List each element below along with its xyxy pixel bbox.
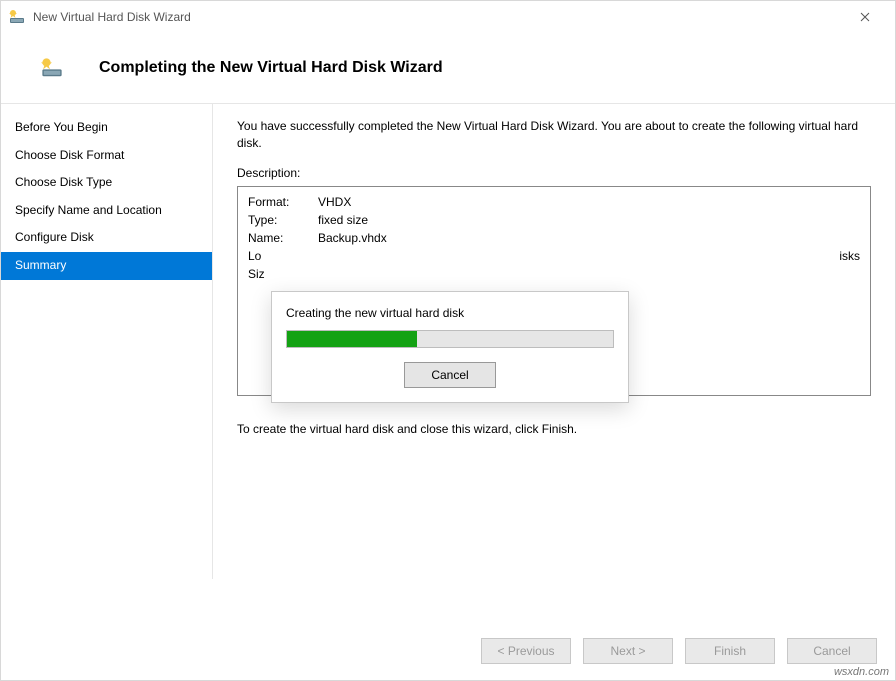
row-size: Siz [248, 267, 860, 281]
name-value: Backup.vhdx [318, 231, 387, 245]
type-value: fixed size [318, 213, 368, 227]
row-name: Name: Backup.vhdx [248, 231, 860, 245]
progress-bar [286, 330, 614, 348]
step-configure-disk[interactable]: Configure Disk [1, 224, 212, 252]
type-label: Type: [248, 213, 318, 227]
previous-button[interactable]: < Previous [481, 638, 571, 664]
disk-wizard-icon-large [41, 57, 63, 79]
format-value: VHDX [318, 195, 351, 209]
row-location: Lo isks [248, 249, 860, 263]
finish-hint: To create the virtual hard disk and clos… [237, 422, 871, 436]
close-button[interactable] [843, 2, 887, 32]
step-before-you-begin[interactable]: Before You Begin [1, 114, 212, 142]
progress-bar-fill [287, 331, 417, 347]
summary-intro: You have successfully completed the New … [237, 118, 871, 152]
wizard-buttons: < Previous Next > Finish Cancel [481, 638, 877, 664]
step-specify-name-location[interactable]: Specify Name and Location [1, 197, 212, 225]
wizard-window: New Virtual Hard Disk Wizard Completing … [0, 0, 896, 681]
progress-dialog: Creating the new virtual hard disk Cance… [271, 291, 629, 403]
row-type: Type: fixed size [248, 213, 860, 227]
titlebar: New Virtual Hard Disk Wizard [1, 1, 895, 33]
format-label: Format: [248, 195, 318, 209]
progress-cancel-button[interactable]: Cancel [404, 362, 496, 388]
row-format: Format: VHDX [248, 195, 860, 209]
disk-wizard-icon [9, 9, 25, 25]
steps-sidebar: Before You Begin Choose Disk Format Choo… [1, 104, 213, 579]
name-label: Name: [248, 231, 318, 245]
page-title: Completing the New Virtual Hard Disk Wiz… [99, 59, 443, 77]
progress-title: Creating the new virtual hard disk [286, 306, 614, 320]
window-title: New Virtual Hard Disk Wizard [33, 10, 843, 24]
step-summary[interactable]: Summary [1, 252, 212, 280]
cancel-button[interactable]: Cancel [787, 638, 877, 664]
next-button[interactable]: Next > [583, 638, 673, 664]
description-label: Description: [237, 166, 871, 180]
location-value-partial: isks [839, 249, 860, 263]
finish-button[interactable]: Finish [685, 638, 775, 664]
wizard-header: Completing the New Virtual Hard Disk Wiz… [1, 33, 895, 103]
location-label-partial: Lo [248, 249, 268, 263]
watermark: wsxdn.com [834, 666, 889, 678]
step-choose-disk-type[interactable]: Choose Disk Type [1, 169, 212, 197]
step-choose-disk-format[interactable]: Choose Disk Format [1, 142, 212, 170]
size-label-partial: Siz [248, 267, 268, 281]
